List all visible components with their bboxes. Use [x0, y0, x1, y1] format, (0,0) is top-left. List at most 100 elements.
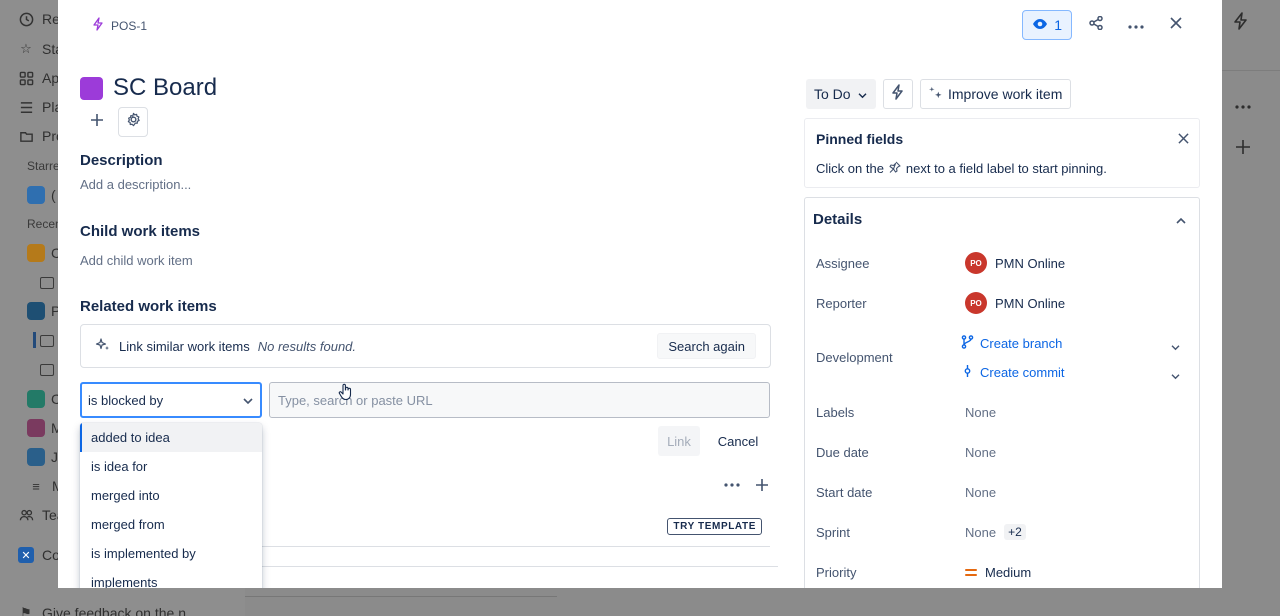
start-date-label: Start date: [816, 485, 873, 500]
chevron-down-icon[interactable]: [1170, 338, 1181, 356]
close-icon: [1170, 16, 1182, 34]
child-items-heading: Child work items: [80, 223, 201, 240]
plus-icon[interactable]: [754, 477, 770, 498]
star-icon: ☆: [20, 41, 32, 56]
branch-icon: [961, 335, 974, 352]
pinned-hint-before: Click on the: [816, 161, 884, 176]
details-heading[interactable]: Details: [813, 211, 862, 228]
sidebar-project-label[interactable]: (: [51, 187, 56, 203]
watch-button[interactable]: 1: [1022, 10, 1072, 40]
link-button[interactable]: Link: [658, 426, 700, 456]
more-icon[interactable]: [1235, 92, 1251, 115]
automation-button[interactable]: [883, 79, 913, 109]
description-placeholder[interactable]: Add a description...: [80, 177, 191, 192]
priority-field[interactable]: Medium: [965, 565, 1031, 580]
template-row: TRY TEMPLATE: [258, 506, 770, 547]
section-actions: [724, 477, 770, 498]
due-date-value[interactable]: None: [965, 445, 996, 460]
pin-icon: [889, 161, 901, 176]
chevron-down-icon: [857, 86, 868, 102]
divider: [245, 596, 557, 597]
pinned-fields-panel: Pinned fields Click on the next to a fie…: [804, 118, 1200, 188]
no-results-text: No results found.: [257, 338, 357, 354]
page-title[interactable]: SC Board: [113, 74, 217, 102]
priority-medium-icon: [965, 569, 977, 576]
dropdown-option[interactable]: added to idea: [80, 423, 262, 452]
dropdown-option[interactable]: merged from: [80, 510, 262, 539]
list-icon: ≡: [32, 478, 40, 494]
sidebar-item-plans[interactable]: Pla: [18, 99, 62, 115]
try-template-button[interactable]: TRY TEMPLATE: [667, 518, 762, 535]
plus-icon: [90, 113, 104, 132]
labels-label: Labels: [816, 405, 855, 420]
start-date-value[interactable]: None: [965, 485, 996, 500]
sidebar-section-starred: Starre: [27, 159, 60, 173]
share-button[interactable]: [1080, 10, 1112, 40]
project-avatar: [27, 390, 45, 408]
title-row: SC Board: [80, 74, 217, 102]
improve-label: Improve work item: [948, 86, 1063, 102]
add-button[interactable]: [82, 107, 112, 137]
close-button[interactable]: [1160, 10, 1192, 40]
plus-icon[interactable]: [1235, 138, 1251, 161]
commit-icon: [961, 364, 974, 381]
sidebar-item-starred[interactable]: ☆ Sta: [18, 41, 63, 57]
lightning-icon[interactable]: [1233, 12, 1249, 36]
sidebar-section-recent: Recen: [27, 217, 62, 231]
add-child-item[interactable]: Add child work item: [80, 253, 193, 268]
sidebar-item-projects[interactable]: Pro: [18, 128, 64, 144]
project-avatar: [27, 186, 45, 204]
breadcrumb[interactable]: POS-1: [91, 17, 147, 34]
sidebar-item-apps[interactable]: Ap: [18, 70, 59, 86]
apps-button[interactable]: [118, 107, 148, 137]
dropdown-option[interactable]: is idea for: [80, 452, 262, 481]
create-branch-label: Create branch: [980, 336, 1063, 351]
create-commit-label: Create commit: [980, 365, 1065, 380]
mouse-cursor: [338, 383, 354, 406]
sprint-extra-badge[interactable]: +2: [1004, 524, 1026, 540]
sprint-field[interactable]: None +2: [965, 524, 1026, 540]
eye-icon: [1032, 17, 1048, 33]
chevron-up-icon[interactable]: [1175, 212, 1187, 230]
lightning-icon: [91, 17, 105, 34]
people-icon: [18, 507, 34, 523]
create-branch-link[interactable]: Create branch: [961, 335, 1062, 352]
priority-label: Priority: [816, 565, 857, 580]
feedback-link[interactable]: ⚑ Give feedback on the n: [18, 605, 186, 616]
labels-value[interactable]: None: [965, 405, 996, 420]
project-avatar: [27, 244, 45, 262]
chevron-down-icon[interactable]: [1170, 367, 1181, 385]
sprint-label: Sprint: [816, 525, 850, 540]
sidebar-item-confluence[interactable]: ✕ Co: [18, 547, 60, 563]
status-dropdown[interactable]: To Do: [806, 79, 876, 109]
clock-icon: [18, 11, 34, 27]
board-icon: [40, 364, 54, 376]
create-commit-link[interactable]: Create commit: [961, 364, 1065, 381]
project-avatar: [27, 448, 45, 466]
dropdown-option[interactable]: is implemented by: [80, 539, 262, 568]
pinned-hint-after: next to a field label to start pinning.: [905, 161, 1107, 176]
close-pinned-button[interactable]: [1178, 131, 1189, 149]
dropdown-option[interactable]: merged into: [80, 481, 262, 510]
more-icon[interactable]: [724, 477, 740, 498]
issue-key[interactable]: POS-1: [111, 19, 147, 33]
reporter-value: PMN Online: [995, 295, 1066, 311]
development-label: Development: [816, 350, 893, 365]
assignee-value: PMN Online: [995, 255, 1066, 271]
search-again-button[interactable]: Search again: [657, 333, 756, 359]
priority-value: Medium: [985, 565, 1032, 580]
avatar: PO: [965, 252, 987, 274]
link-type-select[interactable]: is blocked by: [80, 382, 262, 418]
reporter-field[interactable]: PO PMN Online: [965, 292, 1065, 314]
assignee-field[interactable]: PO PMN Online: [965, 252, 1065, 274]
pinned-fields-title: Pinned fields: [816, 131, 904, 147]
sidebar-project-label[interactable]: J: [51, 449, 58, 465]
dropdown-option[interactable]: implements: [80, 568, 262, 588]
project-avatar: [27, 419, 45, 437]
modal-actions: 1: [1022, 10, 1192, 40]
cancel-button[interactable]: Cancel: [710, 426, 766, 456]
improve-work-item-button[interactable]: Improve work item: [920, 79, 1072, 109]
sparkle-icon: [929, 86, 942, 102]
more-actions-button[interactable]: [1120, 10, 1152, 40]
feedback-label: Give feedback on the n: [42, 605, 186, 616]
